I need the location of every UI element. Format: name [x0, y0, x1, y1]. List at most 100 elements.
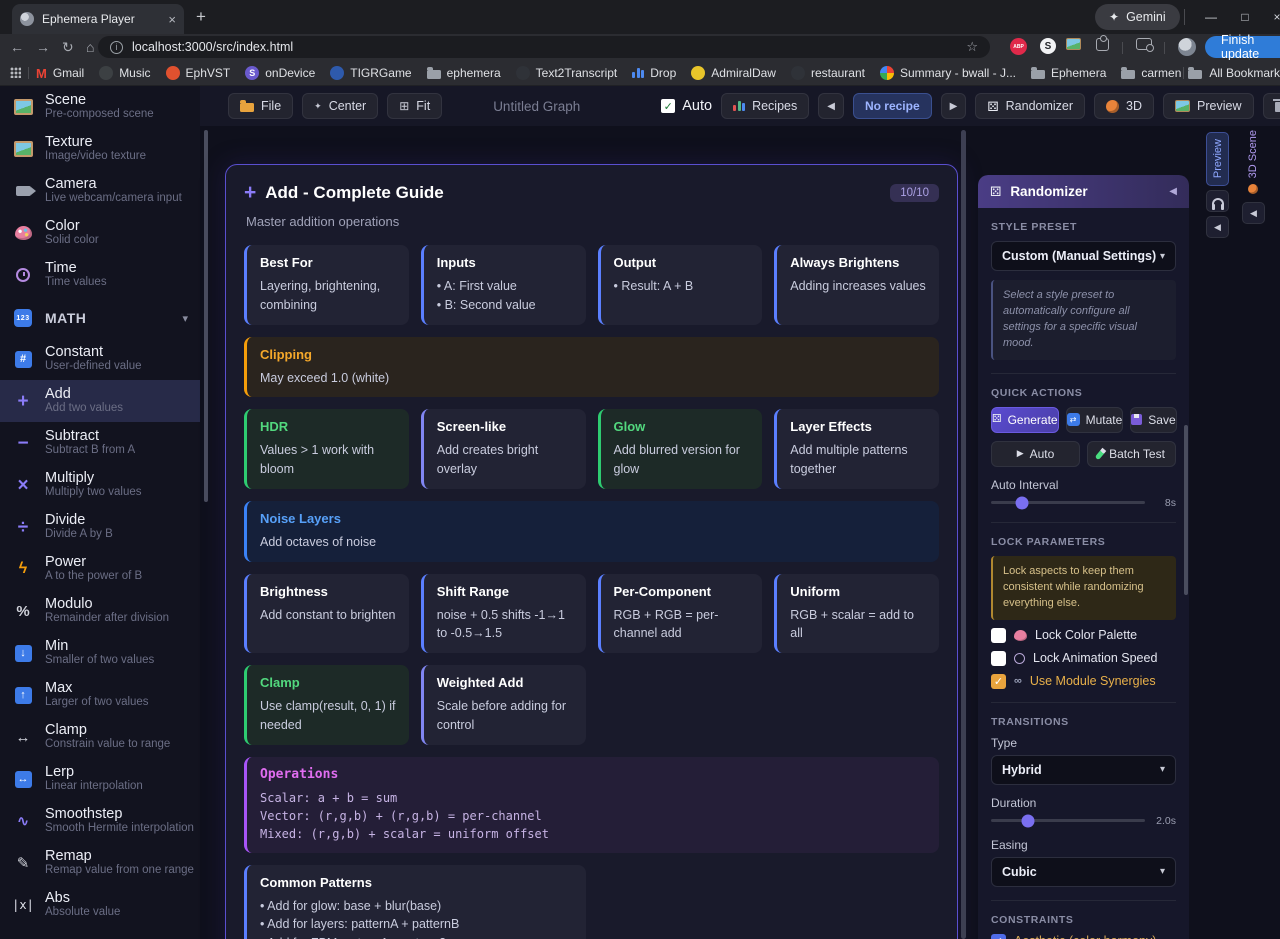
slider-thumb[interactable]	[1015, 496, 1028, 509]
collapse-3d-scene-button[interactable]: ◀	[1242, 202, 1265, 224]
home-icon[interactable]: ⌂	[86, 38, 94, 56]
auto-toggle[interactable]: Auto	[661, 98, 712, 114]
sidebar-item-color[interactable]: ColorSolid color	[0, 212, 200, 254]
sidebar-item-smoothstep[interactable]: ∿ SmoothstepSmooth Hermite interpolation	[0, 800, 200, 842]
collapse-arrow-icon[interactable]: ◀	[1169, 186, 1177, 197]
clear-button[interactable]: Clear	[1263, 93, 1280, 119]
finish-update-button[interactable]: Finish update	[1205, 36, 1280, 58]
site-info-icon[interactable]	[110, 41, 123, 54]
photos-extension-icon[interactable]	[1066, 38, 1081, 50]
sidebar-item-floor[interactable]: Floor	[0, 926, 200, 939]
s-extension-icon[interactable]: S	[1040, 38, 1056, 54]
sidebar-item-lerp[interactable]: ↔ LerpLinear interpolation	[0, 758, 200, 800]
checkbox-checked[interactable]	[991, 674, 1006, 689]
screen-capture-icon[interactable]	[1136, 38, 1152, 50]
next-recipe-button[interactable]: ▶	[941, 93, 967, 119]
sidebar-item-texture[interactable]: TextureImage/video texture	[0, 128, 200, 170]
bookmark-ondevice[interactable]: SonDevice	[245, 66, 315, 80]
bookmark-tigrgame[interactable]: TIGRGame	[330, 66, 411, 80]
use-module-synergies-row[interactable]: ∞ Use Module Synergies	[991, 674, 1176, 689]
bookmark-drop[interactable]: Drop	[632, 66, 676, 80]
duration-slider[interactable]	[991, 819, 1145, 822]
sidebar-item-time[interactable]: TimeTime values	[0, 254, 200, 296]
forward-icon[interactable]: →	[36, 38, 50, 56]
randomizer-header[interactable]: ⚄ Randomizer ◀	[978, 175, 1189, 208]
preview-button[interactable]: Preview	[1163, 93, 1253, 119]
main-scrollbar[interactable]	[961, 130, 966, 939]
constraint-aesthetic-row[interactable]: Aesthetic (color harmony)	[991, 934, 1176, 939]
checkbox-unchecked[interactable]	[991, 628, 1006, 643]
sidebar-item-clamp[interactable]: ↔ ClampConstrain value to range	[0, 716, 200, 758]
sidebar-item-scene[interactable]: ScenePre-composed scene	[0, 86, 200, 128]
sidebar-item-power[interactable]: ϟ PowerA to the power of B	[0, 548, 200, 590]
url-text[interactable]: localhost:3000/src/index.html	[132, 40, 957, 54]
sidebar-item-multiply[interactable]: × MultiplyMultiply two values	[0, 464, 200, 506]
file-button[interactable]: File	[228, 93, 293, 119]
maximize-button[interactable]: □	[1230, 0, 1260, 34]
back-icon[interactable]: ←	[10, 38, 24, 56]
collapse-preview-button[interactable]: ◀	[1206, 216, 1229, 238]
reload-icon[interactable]: ↻	[62, 38, 74, 56]
auto-button[interactable]: ▶Auto	[991, 441, 1080, 467]
save-button[interactable]: Save	[1130, 407, 1176, 433]
type-select[interactable]: Hybrid ▾	[991, 755, 1176, 785]
3d-button[interactable]: 3D	[1094, 93, 1154, 119]
close-window-button[interactable]: ×	[1262, 0, 1280, 34]
batch-test-button[interactable]: Batch Test	[1087, 441, 1176, 467]
sidebar-item-min[interactable]: ↓ MinSmaller of two values	[0, 632, 200, 674]
apps-grid-icon[interactable]	[10, 67, 21, 78]
bookmark-ephvst[interactable]: EphVST	[166, 66, 231, 80]
bookmark-folder-carmen[interactable]: carmen	[1121, 66, 1181, 80]
auto-interval-slider[interactable]	[991, 501, 1145, 504]
minimize-button[interactable]: —	[1196, 0, 1226, 34]
sidebar-item-modulo[interactable]: % ModuloRemainder after division	[0, 590, 200, 632]
recipes-button[interactable]: Recipes	[721, 93, 809, 119]
collapse-caret-icon[interactable]: ▾	[182, 312, 188, 325]
3d-scene-vertical-tab[interactable]: 3D Scene	[1243, 130, 1263, 196]
mutate-button[interactable]: ⇄Mutate	[1066, 407, 1124, 433]
sidebar-item-abs[interactable]: |x| AbsAbsolute value	[0, 884, 200, 926]
graph-name[interactable]: Untitled Graph	[493, 99, 580, 114]
bookmark-restaurant[interactable]: restaurant	[791, 66, 865, 80]
checkbox-unchecked[interactable]	[991, 651, 1006, 666]
profile-avatar[interactable]	[1178, 38, 1196, 56]
fit-button[interactable]: ⊞Fit	[387, 93, 442, 119]
sidebar-item-max[interactable]: ↑ MaxLarger of two values	[0, 674, 200, 716]
bookmark-folder-ephemera[interactable]: ephemera	[427, 66, 501, 80]
preview-vertical-tab[interactable]: Preview	[1206, 132, 1229, 186]
bookmark-summary[interactable]: Summary - bwall - J...	[880, 66, 1016, 80]
sidebar-item-constant[interactable]: # ConstantUser-defined value	[0, 338, 200, 380]
bookmark-star-icon[interactable]: ☆	[966, 39, 978, 55]
randomizer-scrollbar[interactable]	[1184, 425, 1188, 595]
new-tab-button[interactable]: +	[196, 8, 206, 25]
bookmark-music[interactable]: Music	[99, 66, 150, 80]
style-preset-select[interactable]: Custom (Manual Settings) ▾	[991, 241, 1176, 271]
slider-thumb[interactable]	[1021, 814, 1034, 827]
auto-checkbox[interactable]	[661, 99, 675, 113]
prev-recipe-button[interactable]: ◀	[818, 93, 844, 119]
lock-color-palette-row[interactable]: Lock Color Palette	[991, 628, 1176, 643]
tab-close-icon[interactable]: ×	[168, 12, 176, 27]
gemini-button[interactable]: ✦ Gemini	[1095, 4, 1180, 30]
easing-select[interactable]: Cubic ▾	[991, 857, 1176, 887]
sidebar-item-divide[interactable]: ÷ DivideDivide A by B	[0, 506, 200, 548]
randomizer-button[interactable]: ⚄Randomizer	[975, 93, 1085, 119]
checkbox-checked[interactable]	[991, 934, 1006, 939]
lock-animation-speed-row[interactable]: Lock Animation Speed	[991, 651, 1176, 666]
sidebar-item-add[interactable]: + AddAdd two values	[0, 380, 200, 422]
sidebar-item-camera[interactable]: CameraLive webcam/camera input	[0, 170, 200, 212]
center-button[interactable]: ✦Center	[302, 93, 378, 119]
url-bar[interactable]: localhost:3000/src/index.html ☆	[98, 36, 990, 58]
all-bookmarks-button[interactable]: All Bookmarks	[1178, 60, 1280, 86]
browser-tab[interactable]: Ephemera Player ×	[12, 4, 184, 34]
bookmark-gmail[interactable]: MGmail	[36, 66, 84, 81]
sidebar-scrollbar[interactable]	[204, 130, 208, 502]
audio-button[interactable]	[1206, 190, 1229, 212]
sidebar-item-subtract[interactable]: − SubtractSubtract B from A	[0, 422, 200, 464]
bookmark-admiraldaw[interactable]: AdmiralDaw	[691, 66, 776, 80]
bookmark-folder-Ephemera[interactable]: Ephemera	[1031, 66, 1106, 80]
generate-button[interactable]: ⚄Generate	[991, 407, 1059, 433]
sidebar-item-remap[interactable]: ✎ RemapRemap value from one range to an.…	[0, 842, 200, 884]
extensions-puzzle-icon[interactable]	[1096, 38, 1109, 51]
bookmark-text2transcript[interactable]: Text2Transcript	[516, 66, 618, 80]
